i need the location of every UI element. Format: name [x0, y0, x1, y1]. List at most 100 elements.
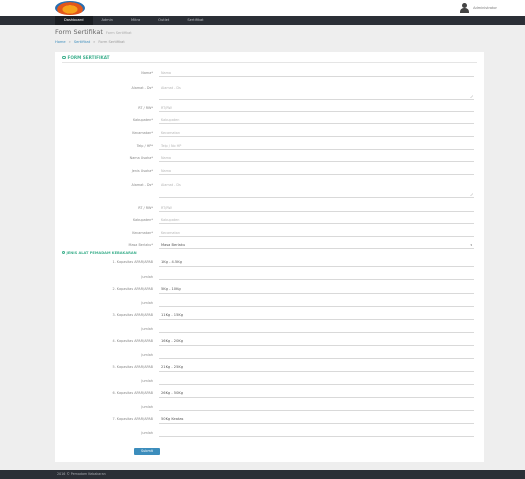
kabupaten-usaha-placeholder: Kabupaten: [161, 218, 180, 222]
jenis-usaha-input[interactable]: Nama: [159, 166, 474, 175]
apar-row-6: 6. Kapasitas APAR/APAB 26Kg - 50Kg Jumla…: [55, 387, 484, 416]
nav-mitra[interactable]: Mitra: [122, 16, 149, 25]
apar-capacity-input[interactable]: 5Kg - 10Kg: [159, 283, 474, 294]
user-menu[interactable]: Administrator: [460, 3, 497, 13]
nav-admin[interactable]: Admin: [93, 16, 122, 25]
jumlah-input[interactable]: [159, 297, 474, 307]
jumlah-label: Jumlah: [141, 353, 153, 357]
divider: [62, 62, 477, 63]
jumlah-label: Jumlah: [141, 327, 153, 331]
page-title-text: Form Sertifikat: [55, 28, 103, 36]
apar-capacity-input[interactable]: 16Kg - 20Kg: [159, 335, 474, 346]
rt-rw-label: RT / RW*: [138, 106, 153, 110]
masa-berlaku-select[interactable]: Masa Berlaku ▾: [159, 240, 474, 249]
user-name: Administrator: [473, 6, 497, 10]
row-nama: Nama* Nama: [55, 68, 484, 77]
telp-input[interactable]: Telp / No HP: [159, 141, 474, 150]
form-heading-text: FORM SERTIFIKAT: [67, 55, 110, 60]
check-circle-icon: [62, 55, 66, 60]
apar-capacity-value: 21Kg - 25Kg: [161, 365, 184, 369]
row-kecamatan-usaha: Kecamatan* Kecamatan: [55, 228, 484, 237]
apar-capacity-input[interactable]: 1Kg - 4.5Kg: [159, 257, 474, 267]
apar-row-2: 2. Kapasitas APAR/APAB 5Kg - 10Kg Jumlah: [55, 283, 484, 312]
breadcrumb-separator: »: [68, 40, 71, 44]
jumlah-input[interactable]: [159, 427, 474, 437]
alamat-usaha-label: Alamat - Ds*: [131, 183, 153, 187]
nav-outlet[interactable]: Outlet: [149, 16, 178, 25]
jumlah-label: Jumlah: [141, 275, 153, 279]
apar-capacity-value: 5Kg - 10Kg: [161, 287, 181, 291]
kecamatan-usaha-label: Kecamatan*: [132, 231, 153, 235]
jumlah-label: Jumlah: [141, 431, 153, 435]
breadcrumb-separator: »: [93, 40, 96, 44]
rt-rw-usaha-placeholder: RT/RW: [161, 206, 172, 210]
apar-row-5: 5. Kapasitas APAR/APAB 21Kg - 25Kg Jumla…: [55, 361, 484, 390]
check-circle-icon: [62, 251, 65, 255]
apar-label: 6. Kapasitas APAR/APAB: [112, 391, 153, 395]
jumlah-input[interactable]: [159, 349, 474, 359]
apar-section-heading-text: JENIS ALAT PEMADAM KEBAKARAN: [66, 251, 137, 255]
rt-rw-usaha-input[interactable]: RT/RW: [159, 203, 474, 212]
resize-handle[interactable]: [470, 95, 473, 98]
kecamatan-usaha-input[interactable]: Kecamatan: [159, 228, 474, 237]
page-title: Form Sertifikat Form Sertifikat: [55, 28, 132, 36]
apar-capacity-input[interactable]: 11Kg - 15Kg: [159, 309, 474, 320]
nama-placeholder: Nama: [161, 71, 171, 75]
apar-capacity-input[interactable]: 26Kg - 50Kg: [159, 387, 474, 398]
kecamatan-usaha-placeholder: Kecamatan: [161, 231, 181, 235]
row-nama-usaha: Nama Usaha* Nama: [55, 153, 484, 162]
jumlah-input[interactable]: [159, 375, 474, 385]
alamat-label: Alamat - Ds*: [131, 86, 153, 90]
submit-button[interactable]: Submit: [134, 448, 160, 455]
breadcrumb-sertifikat[interactable]: Sertifikat: [74, 40, 90, 44]
user-icon: [460, 3, 470, 13]
nama-label: Nama*: [141, 71, 153, 75]
jenis-usaha-placeholder: Nama: [161, 169, 171, 173]
apar-capacity-input[interactable]: 21Kg - 25Kg: [159, 361, 474, 372]
masa-berlaku-label: Masa Berlaku*: [128, 243, 153, 247]
resize-handle[interactable]: [470, 193, 473, 196]
breadcrumb-home[interactable]: Home: [55, 40, 66, 44]
nav-sertifikat[interactable]: Sertifikat: [178, 16, 212, 25]
apar-label: 2. Kapasitas APAR/APAB: [112, 287, 153, 291]
kabupaten-usaha-label: Kabupaten*: [132, 218, 153, 222]
kabupaten-placeholder: Kabupaten: [161, 118, 180, 122]
apar-row-3: 3. Kapasitas APAR/APAB 11Kg - 15Kg Jumla…: [55, 309, 484, 338]
alamat-usaha-placeholder: Alamat - Ds: [161, 183, 181, 187]
form-panel: FORM SERTIFIKAT Nama* Nama Alamat - Ds* …: [55, 52, 484, 462]
telp-placeholder: Telp / No HP: [161, 144, 182, 148]
row-rt-rw-usaha: RT / RW* RT/RW: [55, 203, 484, 212]
nav-dashboard[interactable]: Dashboard: [55, 16, 93, 25]
nama-input[interactable]: Nama: [159, 68, 474, 77]
nama-usaha-placeholder: Nama: [161, 156, 171, 160]
jumlah-label: Jumlah: [141, 301, 153, 305]
apar-capacity-input[interactable]: 50Kg Keatas: [159, 413, 474, 424]
apar-capacity-value: 50Kg Keatas: [161, 417, 184, 421]
alamat-textarea[interactable]: Alamat - Ds: [159, 83, 474, 100]
alamat-placeholder: Alamat - Ds: [161, 86, 181, 90]
kabupaten-input[interactable]: Kabupaten: [159, 115, 474, 124]
jumlah-input[interactable]: [159, 323, 474, 333]
row-kabupaten-usaha: Kabupaten* Kabupaten: [55, 215, 484, 224]
footer: 2016 © Pemadam Kebakaran: [0, 470, 525, 479]
row-kecamatan: Kecamatan* Kecamatan: [55, 128, 484, 137]
jumlah-input[interactable]: [159, 401, 474, 411]
rt-rw-input[interactable]: RT/RW: [159, 103, 474, 112]
kecamatan-input[interactable]: Kecamatan: [159, 128, 474, 137]
apar-capacity-value: 1Kg - 4.5Kg: [161, 260, 182, 264]
alamat-usaha-textarea[interactable]: Alamat - Ds: [159, 180, 474, 198]
apar-label: 4. Kapasitas APAR/APAB: [112, 339, 153, 343]
kabupaten-usaha-input[interactable]: Kabupaten: [159, 215, 474, 224]
rt-rw-usaha-label: RT / RW*: [138, 206, 153, 210]
rt-rw-placeholder: RT/RW: [161, 106, 172, 110]
apar-row-7: 7. Kapasitas APAR/APAB 50Kg Keatas Jumla…: [55, 413, 484, 442]
apar-section-heading: JENIS ALAT PEMADAM KEBAKARAN: [62, 251, 137, 255]
logo[interactable]: [55, 1, 85, 15]
kabupaten-label: Kabupaten*: [132, 118, 153, 122]
jumlah-input[interactable]: [159, 270, 474, 280]
nama-usaha-input[interactable]: Nama: [159, 153, 474, 162]
jumlah-label: Jumlah: [141, 405, 153, 409]
row-kabupaten: Kabupaten* Kabupaten: [55, 115, 484, 124]
apar-capacity-value: 26Kg - 50Kg: [161, 391, 184, 395]
row-alamat: Alamat - Ds* Alamat - Ds: [55, 83, 484, 100]
